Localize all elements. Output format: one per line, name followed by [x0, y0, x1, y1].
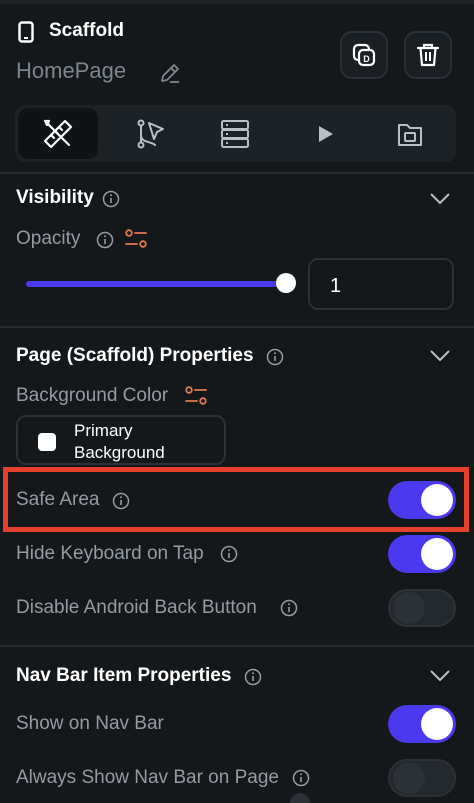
page-name-label: HomePage [16, 58, 127, 83]
disable-back-label: Disable Android Back Button [16, 597, 257, 618]
disable-back-toggle[interactable] [388, 589, 456, 627]
color-swatch [38, 433, 56, 451]
delete-button[interactable] [404, 31, 452, 79]
toggle-knob [421, 538, 453, 570]
info-icon[interactable] [102, 190, 120, 208]
panel-tab-bar [15, 105, 456, 162]
hide-keyboard-label: Hide Keyboard on Tap [16, 543, 204, 564]
safe-area-toggle[interactable] [388, 481, 456, 519]
toggle-knob [393, 592, 425, 624]
section-divider [0, 645, 474, 647]
duplicate-button[interactable]: D [340, 31, 388, 79]
background-color-picker[interactable]: Primary Background [16, 415, 226, 465]
visibility-title: Visibility [16, 187, 94, 208]
chevron-down-icon[interactable] [429, 192, 451, 206]
opacity-label: Opacity [16, 228, 81, 249]
info-icon[interactable] [280, 599, 298, 617]
tab-actions[interactable] [110, 105, 190, 162]
toggle-knob [421, 708, 453, 740]
variable-settings-icon[interactable] [184, 385, 208, 407]
tab-animations[interactable] [285, 105, 365, 162]
svg-text:D: D [363, 54, 370, 64]
show-on-nav-bar-toggle[interactable] [388, 705, 456, 743]
info-icon[interactable] [292, 769, 310, 787]
opacity-slider-thumb[interactable] [276, 273, 296, 293]
chevron-down-icon[interactable] [429, 349, 451, 363]
opacity-slider-track[interactable] [26, 281, 288, 287]
info-icon[interactable] [96, 231, 114, 249]
ruler-pencil-icon [43, 119, 73, 148]
trash-icon [416, 43, 440, 67]
tab-backend[interactable] [195, 105, 275, 162]
chevron-down-icon[interactable] [429, 669, 451, 683]
tab-page-settings[interactable] [370, 105, 450, 162]
hide-keyboard-toggle[interactable] [388, 535, 456, 573]
variable-settings-icon[interactable] [124, 228, 148, 250]
toggle-knob [393, 762, 425, 794]
nav-bar-properties-title: Nav Bar Item Properties [16, 665, 232, 686]
phone-icon [18, 21, 34, 43]
info-icon[interactable] [220, 545, 238, 563]
background-color-value: Primary Background [74, 421, 165, 462]
folder-page-icon [398, 123, 422, 146]
show-on-nav-bar-label: Show on Nav Bar [16, 713, 164, 734]
background-color-label: Background Color [16, 385, 169, 406]
safe-area-label: Safe Area [16, 489, 100, 510]
pencil-icon[interactable] [158, 61, 182, 85]
tab-properties[interactable] [18, 108, 98, 159]
info-icon[interactable] [266, 348, 284, 366]
copy-icon: D [352, 43, 376, 67]
component-type-label: Scaffold [49, 20, 124, 41]
info-icon[interactable] [244, 668, 262, 686]
play-icon [319, 125, 333, 142]
always-show-nav-bar-toggle[interactable] [388, 759, 456, 797]
top-border [0, 0, 474, 4]
opacity-input[interactable]: 1 [308, 258, 454, 310]
cursor-flow-icon [137, 119, 164, 148]
section-divider [0, 326, 474, 328]
info-icon[interactable] [112, 492, 130, 510]
opacity-value: 1 [330, 275, 342, 297]
page-properties-title: Page (Scaffold) Properties [16, 345, 254, 366]
scroll-indicator[interactable] [290, 793, 310, 803]
database-icon [221, 119, 249, 148]
section-divider [0, 172, 474, 174]
toggle-knob [421, 484, 453, 516]
always-show-nav-bar-label: Always Show Nav Bar on Page [16, 767, 279, 788]
